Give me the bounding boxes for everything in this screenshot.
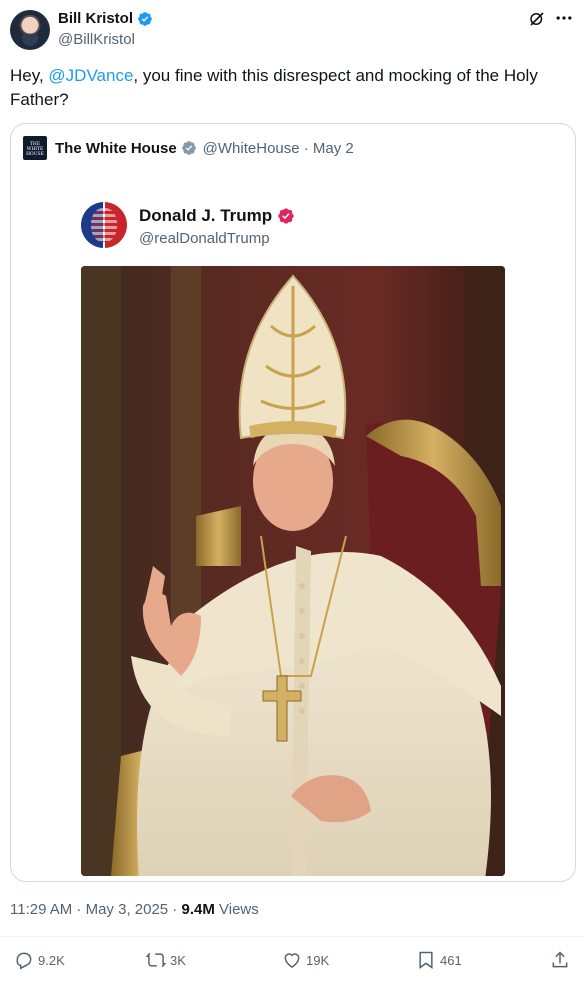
- embedded-handle: @realDonaldTrump: [139, 230, 270, 247]
- author-handle[interactable]: @BillKristol: [58, 31, 135, 49]
- repost-count: 3K: [170, 952, 186, 968]
- verified-badge-icon: [138, 12, 152, 26]
- quoted-image[interactable]: [81, 266, 505, 876]
- heart-icon: [284, 953, 300, 968]
- quoted-tweet[interactable]: THE WHITE HOUSE The White House @WhiteHo…: [10, 123, 576, 882]
- gray-verified-badge-icon: [181, 141, 196, 155]
- tweet-header: Bill Kristol @BillKristol: [10, 8, 574, 52]
- embedded-avatar: [81, 202, 127, 248]
- actions-divider: [0, 936, 584, 937]
- like-count: 19K: [306, 952, 330, 968]
- mention-link[interactable]: @JDVance: [48, 66, 133, 85]
- bookmark-count: 461: [440, 952, 462, 968]
- like-button[interactable]: 19K: [282, 950, 329, 970]
- more-options-icon[interactable]: [554, 8, 574, 28]
- author-name-row: Bill Kristol: [58, 10, 153, 28]
- grok-icon[interactable]: [528, 10, 546, 28]
- pink-verified-badge-icon: [278, 208, 294, 224]
- share-button[interactable]: [550, 950, 570, 970]
- reply-button[interactable]: 9.2K: [14, 950, 65, 970]
- action-bar: 9.2K 3K 19K 461: [0, 946, 584, 976]
- quoted-tweet-header: THE WHITE HOUSE The White House @WhiteHo…: [23, 136, 354, 160]
- reply-count: 9.2K: [38, 952, 65, 968]
- views-label: Views: [214, 901, 259, 918]
- quoted-handle-date[interactable]: @WhiteHouse · May 2: [203, 140, 354, 157]
- author-display-name[interactable]: Bill Kristol: [58, 10, 133, 28]
- time-date-text[interactable]: 11:29 AM · May 3, 2025 ·: [10, 901, 181, 918]
- tweet-text: Hey, @JDVance, you fine with this disres…: [10, 64, 550, 112]
- author-avatar[interactable]: [10, 10, 50, 50]
- pope-figure-illustration: [81, 266, 505, 876]
- bookmark-button[interactable]: 461: [416, 950, 462, 970]
- white-house-logo[interactable]: THE WHITE HOUSE: [23, 136, 47, 160]
- white-house-logo-text: THE WHITE HOUSE: [26, 142, 44, 157]
- quoted-author-name[interactable]: The White House: [55, 140, 177, 157]
- tweet-timestamp: 11:29 AM · May 3, 2025 · 9.4M Views: [10, 901, 259, 918]
- embedded-name-row: Donald J. Trump: [139, 206, 295, 226]
- repost-button[interactable]: 3K: [146, 950, 186, 970]
- bookmark-icon: [419, 951, 433, 969]
- reply-icon: [16, 952, 32, 970]
- tweet-text-prefix: Hey,: [10, 66, 49, 85]
- share-icon: [552, 951, 568, 968]
- repost-icon: [146, 952, 166, 968]
- views-count: 9.4M: [181, 901, 215, 918]
- embedded-name: Donald J. Trump: [139, 206, 273, 225]
